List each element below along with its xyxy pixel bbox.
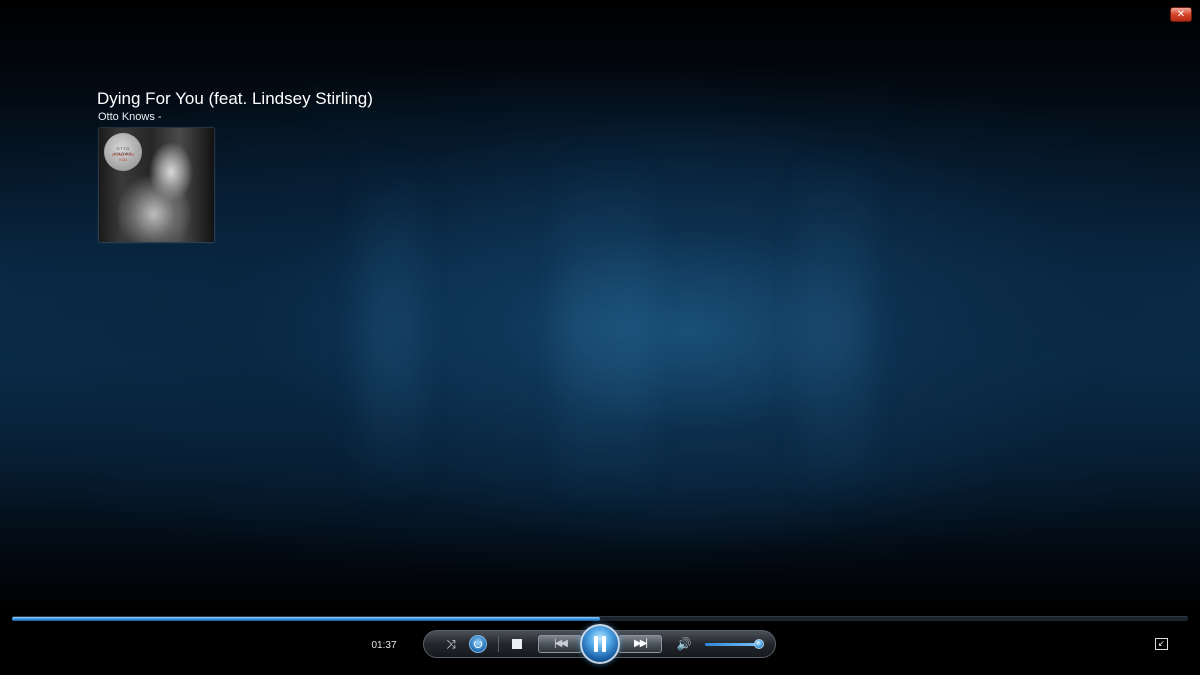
- mute-button[interactable]: 🔊: [675, 637, 693, 651]
- switch-to-library-button[interactable]: ↙: [1155, 638, 1168, 650]
- play-pause-button[interactable]: [580, 624, 620, 664]
- background-light-streak: [800, 150, 870, 510]
- previous-icon: |◀◀: [554, 638, 568, 649]
- now-playing-view: ✕ Dying For You (feat. Lindsey Stirling)…: [0, 0, 1200, 675]
- repeat-icon: [474, 640, 482, 648]
- repeat-button[interactable]: [469, 635, 487, 653]
- stop-button[interactable]: [512, 639, 522, 649]
- pause-icon: [594, 636, 598, 652]
- shuffle-icon: ⤨: [446, 637, 456, 651]
- album-art: OTTO KNOWS DYING FOR YOU: [99, 128, 214, 242]
- seek-bar[interactable]: [12, 616, 1188, 621]
- elapsed-time: 01:37: [371, 640, 397, 651]
- track-title: Dying For You (feat. Lindsey Stirling): [97, 89, 373, 108]
- background-light-streak: [360, 150, 420, 510]
- artist-album-line: Otto Knows -: [98, 111, 162, 123]
- switch-to-library-icon: ↙: [1158, 639, 1165, 648]
- shuffle-button[interactable]: ⤨: [443, 637, 459, 651]
- pause-icon: [602, 636, 606, 652]
- previous-button[interactable]: |◀◀: [538, 635, 582, 653]
- volume-slider-thumb[interactable]: [754, 639, 764, 649]
- close-icon: ✕: [1176, 9, 1186, 20]
- controls-divider: [498, 636, 499, 652]
- album-art-disc: OTTO KNOWS DYING FOR YOU: [104, 133, 142, 171]
- album-art-title-text: DYING FOR YOU: [111, 152, 135, 162]
- seek-bar-progress: [12, 617, 600, 621]
- speaker-icon: 🔊: [676, 637, 692, 651]
- background-light-streak: [560, 150, 650, 510]
- next-button[interactable]: ▶▶|: [618, 635, 662, 653]
- next-icon: ▶▶|: [634, 638, 648, 649]
- close-button[interactable]: ✕: [1170, 7, 1192, 22]
